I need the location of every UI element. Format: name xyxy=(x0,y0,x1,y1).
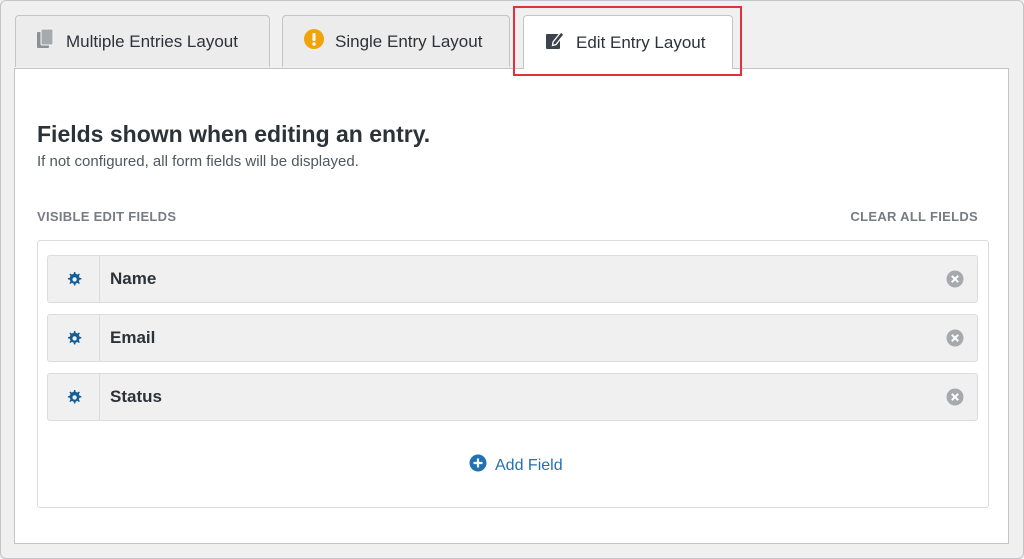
gear-icon[interactable] xyxy=(48,374,100,420)
add-field-button[interactable]: Add Field xyxy=(469,454,563,477)
tab-label: Edit Entry Layout xyxy=(576,32,706,52)
field-row[interactable]: Name xyxy=(47,255,978,303)
panel-description: If not configured, all form fields will … xyxy=(37,153,359,170)
warning-icon xyxy=(303,28,325,55)
tab-label: Single Entry Layout xyxy=(335,31,483,51)
edit-entry-panel: Fields shown when editing an entry. If n… xyxy=(14,68,1009,544)
tab-single-entry-layout[interactable]: Single Entry Layout xyxy=(282,15,510,67)
remove-icon[interactable] xyxy=(933,388,977,406)
field-row[interactable]: Status xyxy=(47,373,978,421)
copy-icon xyxy=(36,28,56,55)
add-field-label: Add Field xyxy=(495,456,563,474)
field-label: Email xyxy=(110,328,156,347)
visible-edit-fields-label: VISIBLE EDIT FIELDS xyxy=(37,209,177,224)
fields-container: Name Email Status Add Field xyxy=(37,240,989,508)
edit-icon xyxy=(544,29,566,56)
tab-multiple-entries-layout[interactable]: Multiple Entries Layout xyxy=(15,15,270,67)
tab-label: Multiple Entries Layout xyxy=(66,31,238,51)
field-row[interactable]: Email xyxy=(47,314,978,362)
remove-icon[interactable] xyxy=(933,270,977,288)
plus-circle-icon xyxy=(469,454,487,477)
remove-icon[interactable] xyxy=(933,329,977,347)
gear-icon[interactable] xyxy=(48,256,100,302)
field-label: Status xyxy=(110,387,162,406)
clear-all-fields-link[interactable]: CLEAR ALL FIELDS xyxy=(850,209,978,224)
field-label: Name xyxy=(110,269,157,288)
gear-icon[interactable] xyxy=(48,315,100,361)
tab-edit-entry-layout[interactable]: Edit Entry Layout xyxy=(523,15,733,69)
panel-heading: Fields shown when editing an entry. xyxy=(37,121,431,147)
